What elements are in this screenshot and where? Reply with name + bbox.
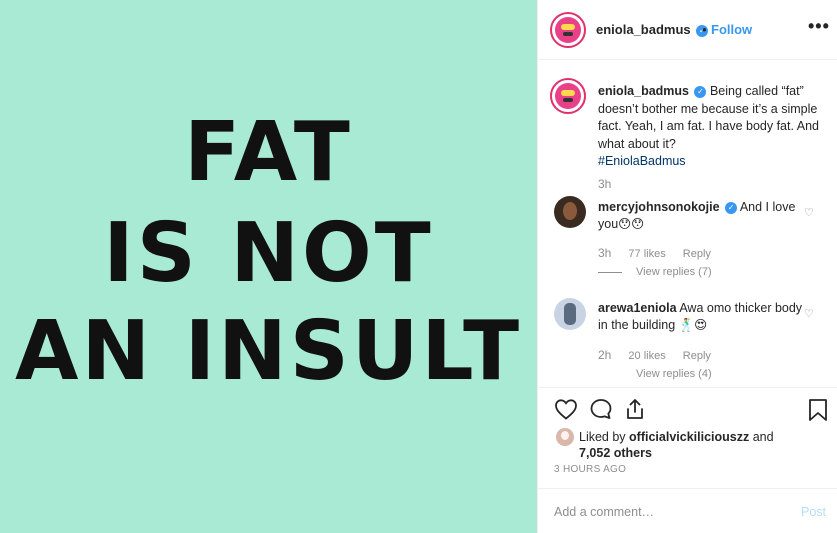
comment-meta: 3h 77 likes Reply [598,246,725,260]
comment-time: 3h [598,246,612,260]
replies-line [598,374,622,375]
action-bar [538,387,837,427]
comment-reply-button[interactable]: Reply [683,350,711,362]
caption-time: 3h [598,177,612,191]
liker-avatar[interactable] [556,428,574,446]
bookmark-icon[interactable] [808,398,828,425]
view-replies-label: View replies (4) [636,368,712,380]
share-icon[interactable] [624,398,646,423]
posted-time[interactable]: 3 HOURS AGO [554,464,626,475]
author-avatar[interactable] [550,12,586,48]
post-side-panel: eniola_badmus ✓ • Follow ••• eniola_badm… [537,0,837,533]
liker-username[interactable]: officialvickiliciouszz [629,430,749,444]
comment: mercyjohnsonokojie ✓ And I love you😯😯 [598,199,803,233]
likes-joiner: and [752,430,774,444]
caption-avatar[interactable] [550,78,586,114]
separator-dot: • [702,22,707,37]
comment-like-heart-icon[interactable]: ♡ [804,307,814,320]
caption: eniola_badmus ✓ Being called “fat” doesn… [598,83,826,171]
view-replies-label: View replies (7) [636,266,712,278]
author-username-row[interactable]: eniola_badmus ✓ [596,22,709,37]
comment-username[interactable]: mercyjohnsonokojie [598,200,720,214]
author-username[interactable]: eniola_badmus [596,22,691,37]
view-replies-button[interactable]: View replies (4) [598,368,712,380]
follow-button[interactable]: Follow [711,22,752,37]
comment-input[interactable] [554,502,774,522]
view-replies-button[interactable]: View replies (7) [598,266,712,278]
replies-line [598,271,622,273]
verified-icon: ✓ [694,85,707,98]
post-header: eniola_badmus ✓ • Follow ••• [538,0,837,60]
caption-hashtag[interactable]: #EniolaBadmus [598,154,686,168]
post-button[interactable]: Post [801,505,826,519]
likes-prefix: Liked by [579,430,626,444]
comment-reply-button[interactable]: Reply [683,248,711,260]
comment-like-heart-icon[interactable]: ♡ [804,206,814,219]
comment-username[interactable]: arewa1eniola [598,301,677,315]
comment-avatar[interactable] [554,196,586,228]
likes-others-link[interactable]: 7,052 others [579,446,652,460]
comment-likes[interactable]: 20 likes [628,350,665,362]
comment-meta: 2h 20 likes Reply [598,348,725,362]
add-comment-bar: Post [538,488,837,533]
image-text-line-2: IS NOT [103,206,434,301]
comment-icon[interactable] [589,398,613,423]
image-text-line-3: AN INSULT [14,304,523,399]
caption-username[interactable]: eniola_badmus [598,84,689,98]
comment-likes[interactable]: 77 likes [628,248,665,260]
comment: arewa1eniola Awa omo thicker body in the… [598,300,803,334]
more-icon[interactable]: ••• [808,16,830,37]
post-image[interactable]: FAT IS NOT AN INSULT [0,0,537,533]
comment-time: 2h [598,348,612,362]
verified-icon: ✓ [725,201,738,214]
heart-icon[interactable] [554,398,578,423]
comment-avatar[interactable] [554,298,586,330]
likes-summary: Liked by officialvickiliciouszz and 7,05… [579,429,789,461]
image-text-line-1: FAT [184,105,353,200]
